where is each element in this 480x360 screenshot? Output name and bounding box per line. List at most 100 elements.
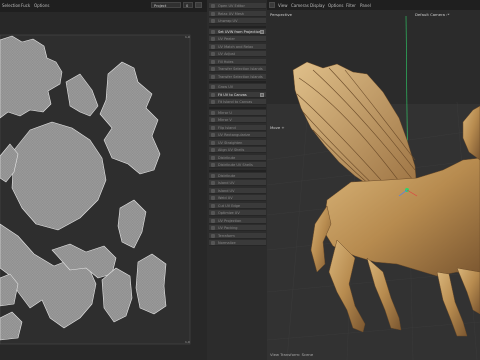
command-item[interactable]: Normalize <box>209 240 266 246</box>
command-item[interactable]: Transfer Selection Islands <box>209 66 266 72</box>
command-item[interactable]: Relax UV Mesh <box>209 10 266 17</box>
command-item[interactable]: Cut UV Edge <box>209 202 266 209</box>
command-label: Grow UV <box>218 85 234 89</box>
uv-corner-label-br: 1,0 <box>185 340 190 344</box>
viewport-menu-cameras[interactable]: Cameras <box>291 3 309 8</box>
viewport-camera-label: Perspective <box>270 12 292 17</box>
viewport-camera-name: Default Camera :* <box>415 12 450 17</box>
command-item[interactable]: UV Rectangularize <box>209 132 266 138</box>
viewport-menubar: View Cameras Display Options Filter Pane… <box>267 0 480 10</box>
command-label: UV Straighten <box>218 140 243 145</box>
command-icon <box>211 11 215 16</box>
command-item[interactable]: Terraform <box>209 232 266 239</box>
command-icon <box>211 44 215 49</box>
command-item[interactable]: Open UV Editor <box>209 3 266 9</box>
viewport-footer: View Transform: Scene <box>270 352 314 357</box>
viewport-move-label: Move + <box>270 125 285 130</box>
command-item[interactable]: Grow UV <box>209 84 266 90</box>
command-label: Distribute UV Shells <box>218 163 253 167</box>
command-item[interactable]: UV Peeler <box>209 36 266 42</box>
command-icon <box>211 37 215 41</box>
command-item[interactable]: Fit UV to Canvas <box>209 91 266 98</box>
uv-channel-dropdown[interactable]: 0 <box>183 2 193 8</box>
command-label: Fit Island to Canvas <box>218 100 253 104</box>
command-item[interactable]: Transfer Selection Islands <box>209 73 266 80</box>
command-icon <box>211 211 215 215</box>
command-icon <box>211 148 215 152</box>
command-icon <box>211 233 215 238</box>
command-icon <box>211 19 215 23</box>
command-item[interactable]: Set UVW from Projection <box>209 28 266 35</box>
command-icon <box>211 4 215 8</box>
menu-fuck[interactable]: Fuck <box>21 3 30 8</box>
command-item[interactable]: Fit Island to Canvas <box>209 99 266 105</box>
command-item[interactable]: Unwrap UV <box>209 18 266 24</box>
command-label: Fill Holes <box>218 59 234 64</box>
menu-selection[interactable]: Selection <box>2 3 20 8</box>
command-icon <box>211 155 215 160</box>
command-icon <box>211 226 215 230</box>
3d-viewport[interactable]: View Cameras Display Options Filter Pane… <box>267 0 480 360</box>
viewport-menu-panel[interactable]: Panel <box>360 3 371 8</box>
command-checkbox[interactable] <box>260 92 264 97</box>
command-label: Open UV Editor <box>218 4 245 8</box>
command-item[interactable]: Distribute <box>209 172 266 179</box>
command-separator <box>209 81 266 83</box>
command-item[interactable]: Distribute UV Shells <box>209 162 266 168</box>
command-item[interactable]: UV Packing <box>209 225 266 231</box>
command-icon <box>211 203 215 208</box>
command-item[interactable]: Island UV <box>209 187 266 194</box>
command-item[interactable]: Mirror U <box>209 109 266 116</box>
command-icon <box>211 196 215 200</box>
command-icon <box>211 133 215 137</box>
command-item[interactable]: Fill Holes <box>209 58 266 65</box>
command-item[interactable]: Mirror V <box>209 117 266 123</box>
command-item[interactable]: UV Projection <box>209 217 266 224</box>
command-icon <box>211 85 215 89</box>
command-item[interactable]: UV Match and Relax <box>209 43 266 50</box>
command-label: Flip Island <box>218 125 236 130</box>
command-label: UV Packing <box>218 226 238 230</box>
command-label: Weld UV <box>218 196 233 200</box>
command-icon <box>211 67 215 71</box>
command-item[interactable]: UV Adjust <box>209 51 266 57</box>
command-label: Island UV <box>218 181 235 185</box>
viewport-menu-view[interactable]: View <box>278 3 288 8</box>
command-item[interactable]: Flip Island <box>209 124 266 131</box>
command-label: Transfer Selection Islands <box>218 67 263 71</box>
command-label: UV Projection <box>218 218 242 223</box>
command-label: Relax UV Mesh <box>218 11 245 16</box>
menu-options[interactable]: Options <box>34 3 49 8</box>
command-item[interactable]: Island UV <box>209 180 266 186</box>
command-icon <box>211 118 215 122</box>
command-item[interactable]: UV Straighten <box>209 139 266 146</box>
viewport-menu-display[interactable]: Display <box>310 3 325 8</box>
command-item[interactable]: Optimize UV <box>209 210 266 216</box>
command-label: Distribute <box>218 173 236 178</box>
command-item[interactable]: Align UV Shells <box>209 147 266 153</box>
command-checkbox[interactable] <box>260 29 264 34</box>
command-icon <box>211 92 215 97</box>
viewport-menu-filter[interactable]: Filter <box>346 3 356 8</box>
command-label: Mirror V <box>218 118 232 122</box>
command-icon <box>211 241 215 245</box>
uv-corner-label-tr: 1,0 <box>185 35 190 39</box>
command-label: Unwrap UV <box>218 19 238 23</box>
command-icon <box>211 74 215 79</box>
command-label: Island UV <box>218 188 235 193</box>
uv-islands-layer: 1,0 1,0 <box>0 34 191 345</box>
command-icon <box>211 52 215 56</box>
uv-settings-icon[interactable] <box>195 2 202 8</box>
command-label: UV Rectangularize <box>218 133 251 137</box>
command-icon <box>211 140 215 145</box>
viewport-layout-icon[interactable] <box>269 2 275 8</box>
viewport-menu-options[interactable]: Options <box>328 3 343 8</box>
command-item[interactable]: Weld UV <box>209 195 266 201</box>
command-label: Mirror U <box>218 110 232 115</box>
uv-mode-dropdown[interactable]: Project <box>151 2 181 8</box>
command-item[interactable]: Distribute <box>209 154 266 161</box>
command-label: UV Adjust <box>218 52 236 56</box>
uv-editor-canvas[interactable]: 1,0 1,0 <box>0 12 207 360</box>
command-icon <box>211 100 215 104</box>
command-label: Optimize UV <box>218 211 240 215</box>
